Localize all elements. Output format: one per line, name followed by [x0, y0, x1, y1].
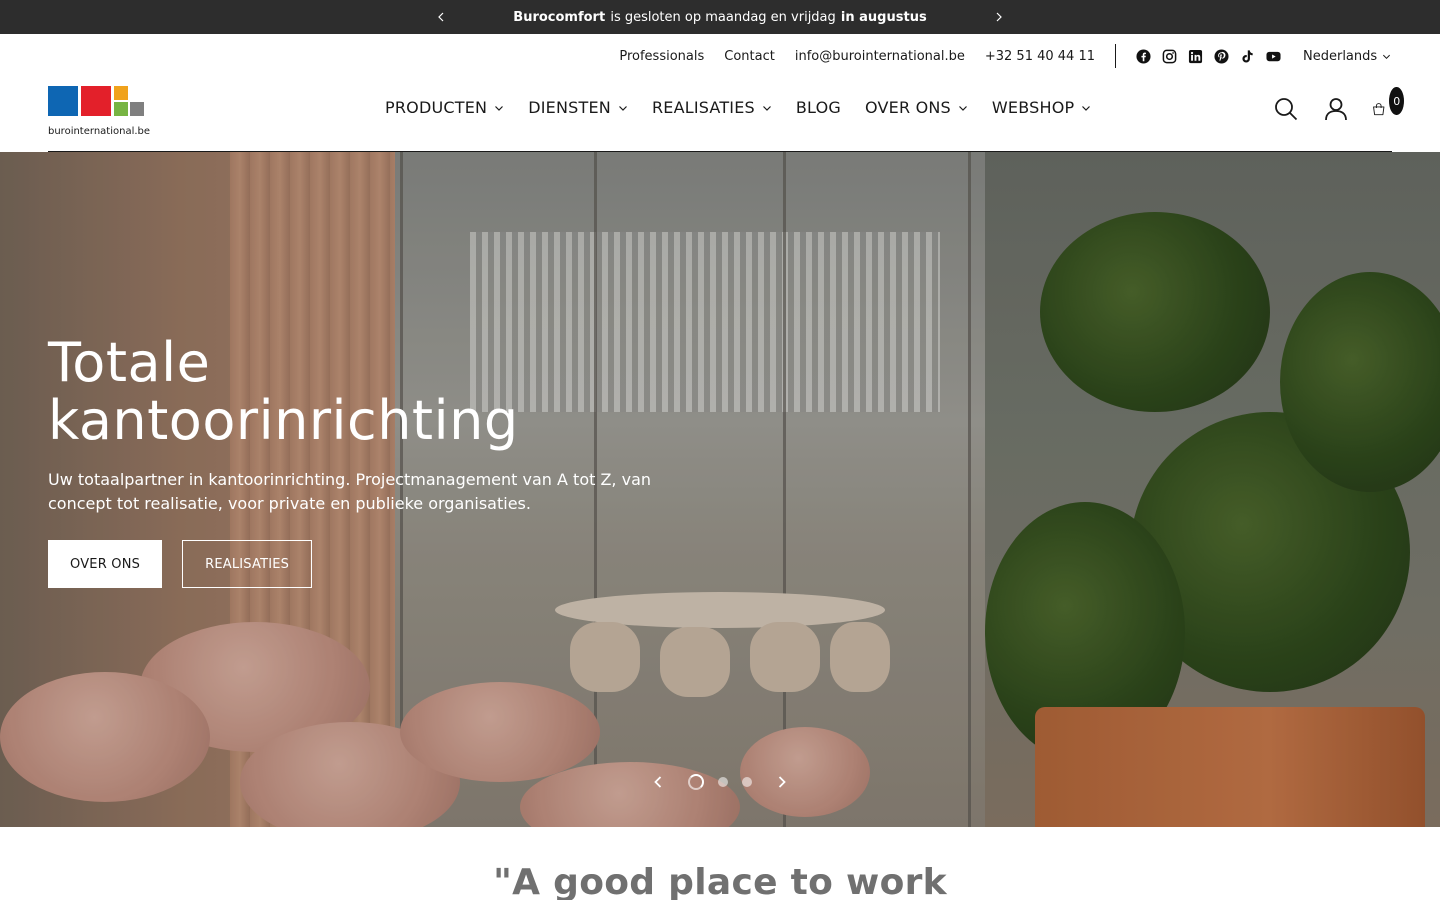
chevron-down-icon — [495, 105, 504, 111]
user-icon — [1325, 98, 1347, 121]
utility-divider — [1115, 44, 1116, 68]
pinterest-icon[interactable] — [1213, 48, 1229, 64]
announcement-bold-start: Burocomfort — [513, 9, 606, 25]
search-button[interactable] — [1272, 95, 1300, 123]
instagram-icon[interactable] — [1161, 48, 1177, 64]
announcement-next-button[interactable] — [984, 0, 1014, 34]
main-navigation: PRODUCTEN DIENSTEN REALISATIES BLOG OVER… — [385, 98, 1091, 117]
nav-item-diensten[interactable]: DIENSTEN — [528, 98, 628, 117]
chevron-down-icon — [958, 105, 967, 111]
hero-buttons: OVER ONS REALISATIES — [48, 540, 748, 588]
slide-prev-button[interactable] — [650, 772, 666, 792]
nav-item-over-ons[interactable]: OVER ONS — [865, 98, 968, 117]
nav-item-realisaties[interactable]: REALISATIES — [652, 98, 772, 117]
tiktok-icon[interactable] — [1239, 48, 1255, 64]
logo-green-square — [114, 102, 128, 116]
hero-slideshow: Totale kantoorinrichting Uw totaalpartne… — [0, 152, 1440, 827]
nav-item-webshop[interactable]: WEBSHOP — [992, 98, 1091, 117]
phone-link[interactable]: +32 51 40 44 11 — [985, 49, 1095, 64]
over-ons-button[interactable]: OVER ONS — [48, 540, 163, 588]
search-icon — [1275, 98, 1298, 121]
logo-grey-square — [130, 102, 144, 116]
site-header: burointernational.be PRODUCTEN DIENSTEN … — [0, 78, 1440, 152]
realisaties-button[interactable]: REALISATIES — [182, 540, 313, 588]
nav-label: REALISATIES — [651, 98, 755, 117]
slide-dot-3[interactable] — [742, 777, 752, 787]
utility-bar: Professionals Contact info@burointernati… — [0, 34, 1440, 78]
nav-label: BLOG — [795, 98, 841, 117]
chevron-down-icon — [762, 105, 771, 111]
chevron-right-icon — [996, 12, 1002, 22]
logo-red-square — [81, 86, 111, 116]
chevron-left-icon — [654, 776, 662, 788]
chevron-down-icon — [1383, 54, 1391, 59]
announcement-middle: is gesloten op maandag en vrijdag — [610, 9, 836, 25]
nav-item-blog[interactable]: BLOG — [796, 98, 841, 117]
cart-count-badge: 0 — [1389, 87, 1404, 115]
linkedin-icon[interactable] — [1187, 48, 1203, 64]
slide-dots — [688, 774, 752, 790]
header-actions: 0 — [1272, 87, 1404, 123]
announcement-bar: Burocomfort is gesloten op maandag en vr… — [0, 0, 1440, 34]
nav-label: OVER ONS — [865, 98, 951, 117]
slide-dot-1[interactable] — [688, 774, 704, 790]
section-quote-heading: "A good place to work — [493, 862, 947, 900]
professionals-link[interactable]: Professionals — [619, 49, 704, 64]
announcement-bold-end: in augustus — [840, 9, 927, 25]
youtube-icon[interactable] — [1265, 48, 1281, 64]
chevron-down-icon — [619, 105, 627, 111]
nav-label: DIENSTEN — [528, 98, 611, 117]
slideshow-controls — [650, 770, 790, 794]
language-selector[interactable]: Nederlands — [1303, 49, 1391, 64]
slide-dot-2[interactable] — [718, 777, 728, 787]
utility-links: Professionals Contact info@burointernati… — [619, 49, 1095, 64]
nav-label: WEBSHOP — [991, 98, 1075, 117]
language-label: Nederlands — [1303, 48, 1378, 64]
hero-content: Totale kantoorinrichting Uw totaalpartne… — [48, 334, 748, 588]
logo-blue-square — [48, 86, 78, 116]
announcement-prev-button[interactable] — [426, 0, 456, 34]
logo-orange-square — [114, 86, 128, 100]
chevron-right-icon — [778, 776, 786, 788]
email-link[interactable]: info@burointernational.be — [795, 49, 965, 64]
social-links — [1135, 48, 1281, 64]
chevron-down-icon — [1082, 105, 1091, 111]
nav-item-producten[interactable]: PRODUCTEN — [385, 98, 504, 117]
cart-button[interactable]: 0 — [1372, 87, 1404, 123]
chevron-left-icon — [438, 12, 444, 22]
site-logo[interactable]: burointernational.be — [48, 86, 151, 137]
hero-subtitle: Uw totaalpartner in kantoorinrichting. P… — [48, 470, 652, 513]
shopping-bag-icon — [1373, 103, 1385, 116]
logo-text: burointernational.be — [48, 126, 151, 137]
account-button[interactable] — [1322, 95, 1350, 123]
hero-title: Totale kantoorinrichting — [48, 331, 519, 452]
nav-label: PRODUCTEN — [385, 98, 488, 117]
slide-next-button[interactable] — [774, 772, 790, 792]
facebook-icon[interactable] — [1135, 48, 1151, 64]
announcement-message: Burocomfort is gesloten op maandag en vr… — [513, 10, 926, 25]
contact-link[interactable]: Contact — [724, 49, 775, 64]
